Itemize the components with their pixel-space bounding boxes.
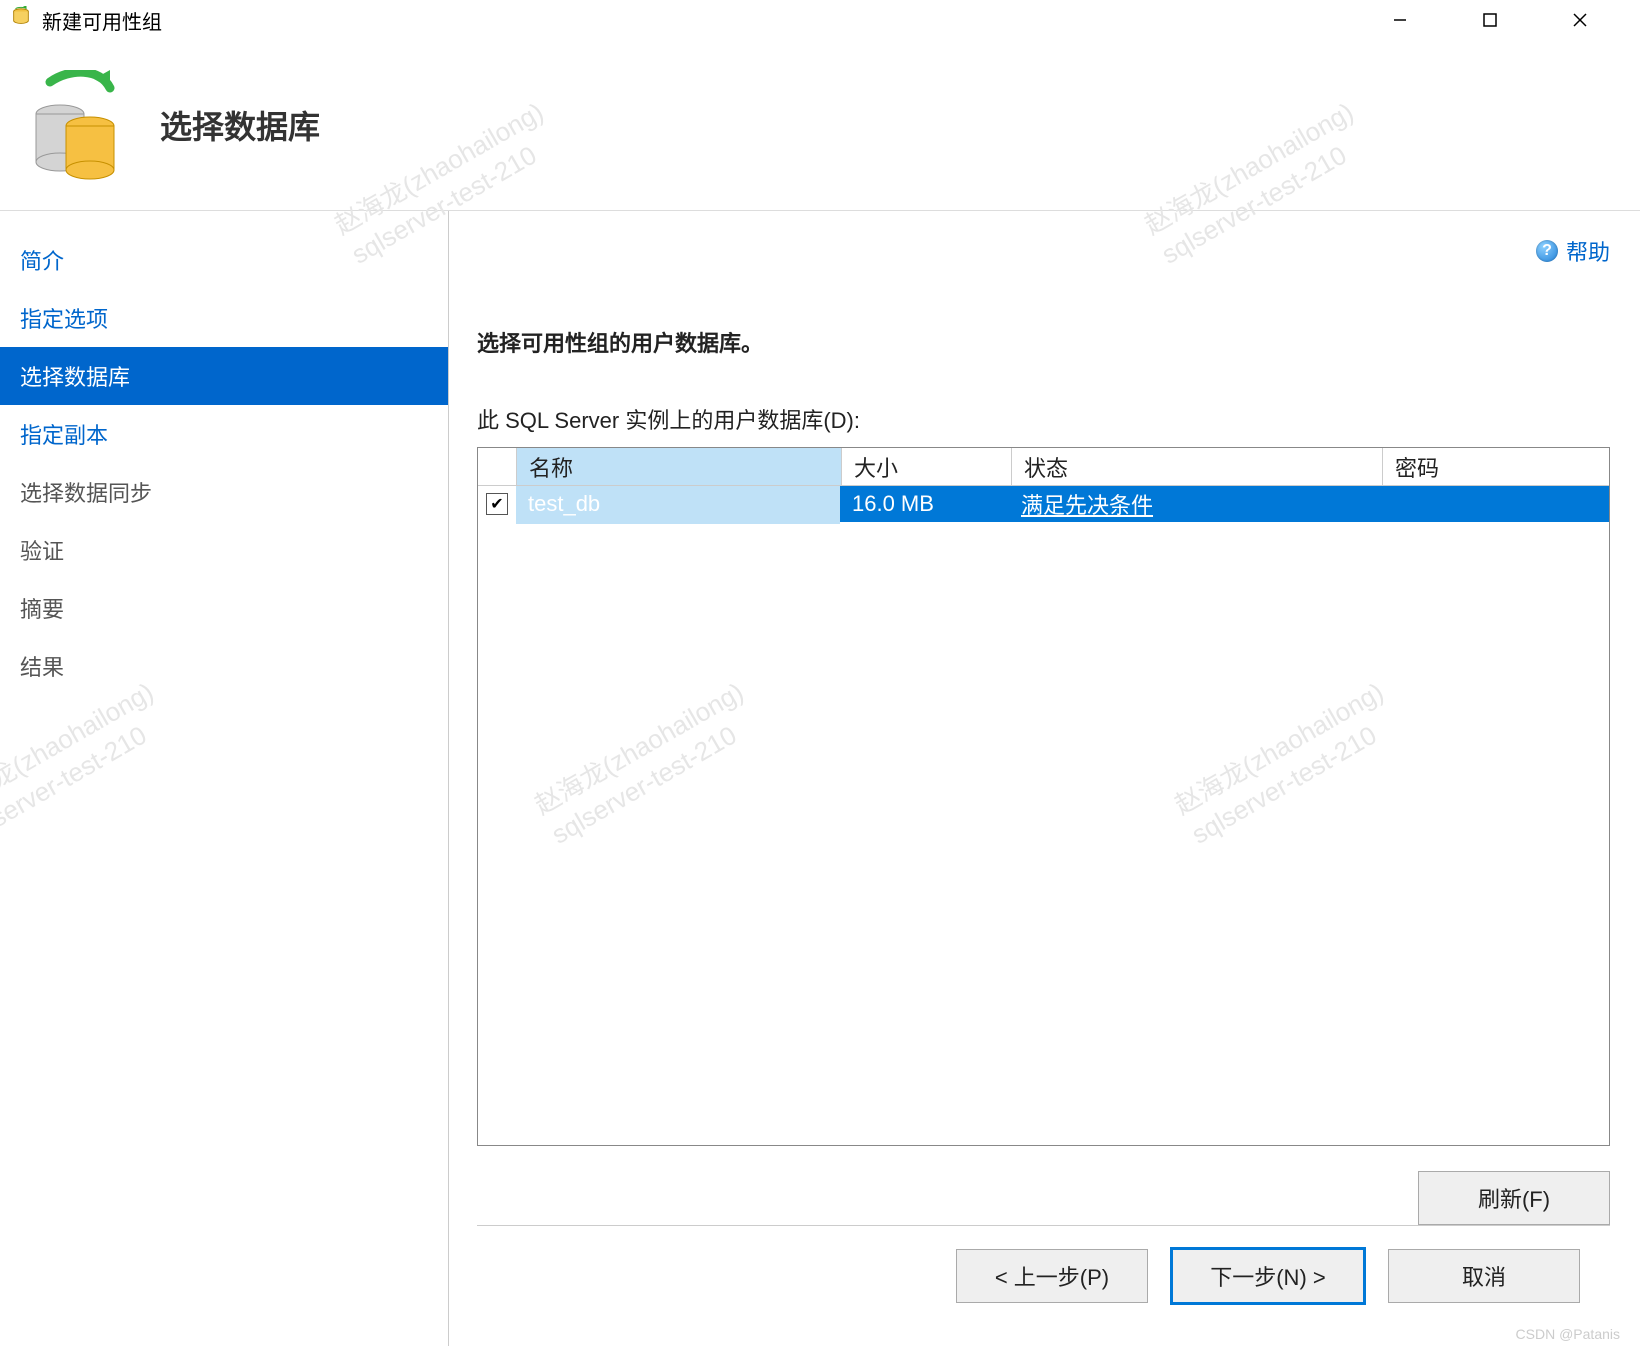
nav-validation: 验证 — [0, 521, 448, 579]
help-label: 帮助 — [1566, 235, 1610, 267]
help-icon: ? — [1536, 240, 1558, 262]
cell-state[interactable]: 满足先决条件 — [1009, 486, 1379, 524]
databases-table: 名称 大小 状态 密码 ✔ test_db 16.0 MB 满足先决条件 — [477, 447, 1610, 1146]
nav-select-databases[interactable]: 选择数据库 — [0, 347, 448, 405]
nav-results: 结果 — [0, 637, 448, 695]
minimize-button[interactable] — [1370, 0, 1430, 40]
table-header: 名称 大小 状态 密码 — [478, 448, 1609, 486]
wizard-window: 赵海龙(zhaohailong) sqlserver-test-210 赵海龙(… — [0, 0, 1640, 1346]
nav-summary: 摘要 — [0, 579, 448, 637]
database-cycle-icon — [25, 65, 125, 185]
table-label: 此 SQL Server 实例上的用户数据库(D): — [477, 403, 1610, 435]
table-row[interactable]: ✔ test_db 16.0 MB 满足先决条件 — [478, 486, 1609, 522]
app-icon — [10, 6, 32, 34]
cell-size: 16.0 MB — [840, 486, 1009, 524]
cell-password — [1379, 486, 1609, 524]
nav-select-sync: 选择数据同步 — [0, 463, 448, 521]
main-content: ? 帮助 选择可用性组的用户数据库。 此 SQL Server 实例上的用户数据… — [449, 211, 1640, 1346]
window-title: 新建可用性组 — [42, 6, 162, 35]
titlebar: 新建可用性组 — [0, 0, 1640, 40]
close-button[interactable] — [1550, 0, 1610, 40]
header: 选择数据库 — [0, 40, 1640, 211]
col-state[interactable]: 状态 — [1012, 448, 1383, 486]
checkbox-checked-icon: ✔ — [486, 493, 508, 515]
col-checkbox[interactable] — [478, 448, 517, 486]
body: 简介 指定选项 选择数据库 指定副本 选择数据同步 验证 摘要 结果 ? 帮助 … — [0, 211, 1640, 1346]
help-link[interactable]: ? 帮助 — [1536, 235, 1610, 267]
nav-specify-options[interactable]: 指定选项 — [0, 289, 448, 347]
refresh-button[interactable]: 刷新(F) — [1418, 1171, 1610, 1225]
next-button[interactable]: 下一步(N) > — [1170, 1247, 1366, 1305]
csdn-watermark: CSDN @Patanis — [1516, 1326, 1620, 1342]
cancel-button[interactable]: 取消 — [1388, 1249, 1580, 1303]
col-size[interactable]: 大小 — [842, 448, 1012, 486]
footer: < 上一步(P) 下一步(N) > 取消 — [477, 1225, 1610, 1326]
row-checkbox[interactable]: ✔ — [478, 486, 516, 522]
maximize-button[interactable] — [1460, 0, 1520, 40]
cell-name: test_db — [516, 486, 840, 524]
nav-intro[interactable]: 简介 — [0, 231, 448, 289]
prev-button[interactable]: < 上一步(P) — [956, 1249, 1148, 1303]
table-body: ✔ test_db 16.0 MB 满足先决条件 — [478, 486, 1609, 1145]
page-title: 选择数据库 — [160, 102, 320, 148]
wizard-nav: 简介 指定选项 选择数据库 指定副本 选择数据同步 验证 摘要 结果 — [0, 211, 449, 1346]
nav-specify-replicas[interactable]: 指定副本 — [0, 405, 448, 463]
col-password[interactable]: 密码 — [1383, 448, 1609, 486]
col-name[interactable]: 名称 — [517, 448, 842, 486]
instruction-text: 选择可用性组的用户数据库。 — [477, 326, 1610, 358]
